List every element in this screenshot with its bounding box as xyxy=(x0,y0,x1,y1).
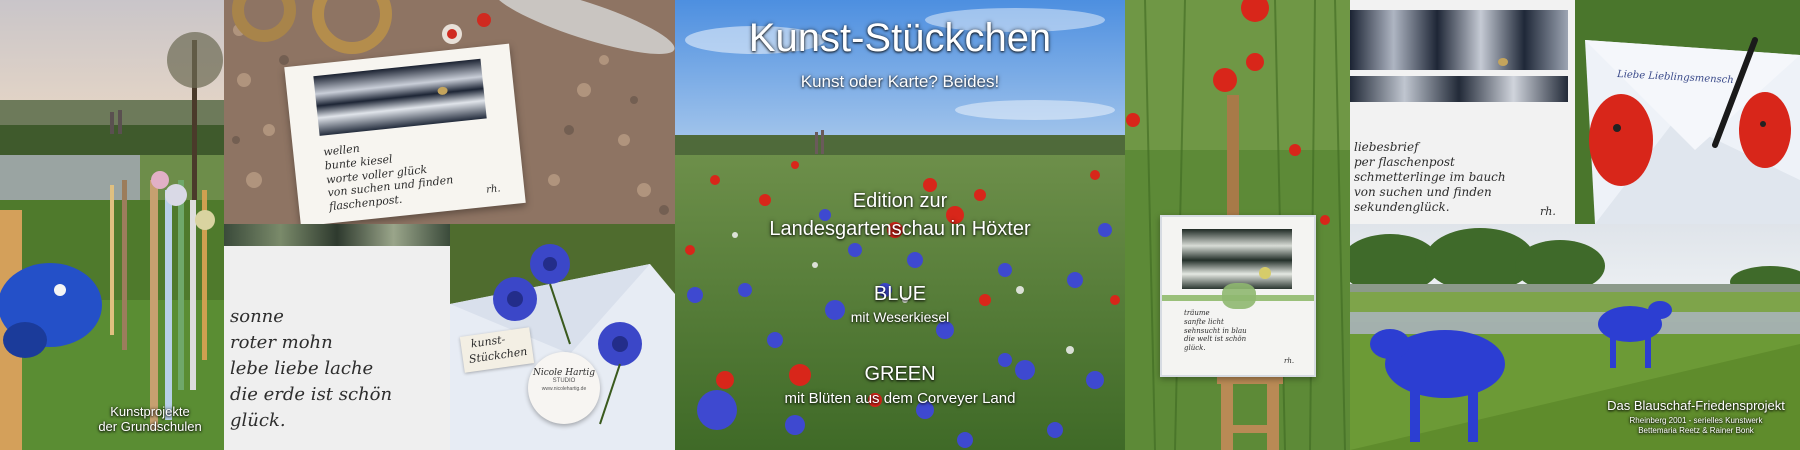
panel-meadow-center: Kunst-Stückchen Kunst oder Karte? Beides… xyxy=(675,0,1125,450)
studio-tag: Nicole Hartig STUDIO www.nicolehartig.de xyxy=(528,352,600,424)
easel-card-text: träume sanfte licht sehnsucht in blau di… xyxy=(1184,309,1247,352)
schools-caption-line1: Kunstprojekte xyxy=(110,404,190,419)
letter-card-text: liebesbrief per flaschenpost schmetterli… xyxy=(1354,140,1506,214)
schools-caption: Kunstprojekte der Grundschulen xyxy=(60,404,224,434)
panel-envelopes-pen: Liebe Lieblingsmensch xyxy=(1575,0,1800,224)
blauschaf-line1: Rheinberg 2001 - serielles Kunstwerk xyxy=(1629,416,1763,425)
banner-subtitle: Kunst oder Karte? Beides! xyxy=(800,72,1000,91)
easel-card-flower xyxy=(1259,267,1271,279)
schools-caption-line2: der Grundschulen xyxy=(98,419,202,434)
studio-tag-line3: www.nicolehartig.de xyxy=(541,386,587,392)
easel-card-sign: rh. xyxy=(1284,357,1295,365)
easel-art-card: träume sanfte licht sehnsucht in blau di… xyxy=(1160,215,1316,377)
mohn-card-print xyxy=(224,224,450,246)
stones-art-card: wellen bunte kiesel worte voller glück v… xyxy=(284,43,526,224)
panel-pebbles-card: wellen bunte kiesel worte voller glück v… xyxy=(224,0,675,224)
blue-description: mit Weserkiesel xyxy=(850,309,950,325)
edition-line1: Edition zur xyxy=(852,190,948,212)
easel-card-print xyxy=(1182,229,1292,289)
collage: Kunstprojekte der Grundschulen wellen bu… xyxy=(0,0,1800,450)
studio-tag-line1: Nicole Hartig xyxy=(532,368,596,378)
river-posts-photo xyxy=(0,0,224,450)
blue-label: BLUE xyxy=(873,283,927,305)
envelopes-photo xyxy=(1575,0,1800,224)
blauschaf-title: Das Blauschaf-Friedensprojekt xyxy=(1607,398,1785,413)
letter-card-print xyxy=(1350,10,1568,70)
panel-river-posts: Kunstprojekte der Grundschulen xyxy=(0,0,224,450)
panel-blue-sheep: Das Blauschaf-Friedensprojekt Rheinberg … xyxy=(1350,224,1800,450)
green-label: GREEN xyxy=(864,363,936,385)
panel-letter-card: liebesbrief per flaschenpost schmetterli… xyxy=(1350,0,1575,224)
red-petal-left xyxy=(1589,94,1653,186)
letter-card-print-strip xyxy=(1350,76,1568,102)
panel-envelope-cornflowers: kunst- Stückchen Nicole Hartig STUDIO ww… xyxy=(450,224,675,450)
stones-card-sign: rh. xyxy=(485,183,502,196)
edition-line2: Landesgartenschau in Höxter xyxy=(769,218,1031,240)
blauschaf-line2: Bettemaria Reetz & Rainer Bonk xyxy=(1638,426,1754,435)
stones-card-text: wellen bunte kiesel worte voller glück v… xyxy=(322,141,454,214)
easel-card-bow xyxy=(1222,283,1256,309)
panel-mohn-card: sonne roter mohn lebe liebe lache die er… xyxy=(224,224,450,450)
stones-card-print xyxy=(313,58,487,136)
green-description: mit Blüten aus dem Corveyer Land xyxy=(784,390,1016,407)
studio-tag-line2: STUDIO xyxy=(552,378,576,384)
mohn-card-text: sonne roter mohn lebe liebe lache die er… xyxy=(230,306,393,431)
red-petal-right xyxy=(1739,92,1791,168)
letter-card-pebble xyxy=(1498,58,1508,66)
panel-easel-poppies: träume sanfte licht sehnsucht in blau di… xyxy=(1125,0,1350,450)
letter-card-sign: rh. xyxy=(1540,205,1556,218)
banner-title: Kunst-Stückchen xyxy=(748,16,1052,60)
